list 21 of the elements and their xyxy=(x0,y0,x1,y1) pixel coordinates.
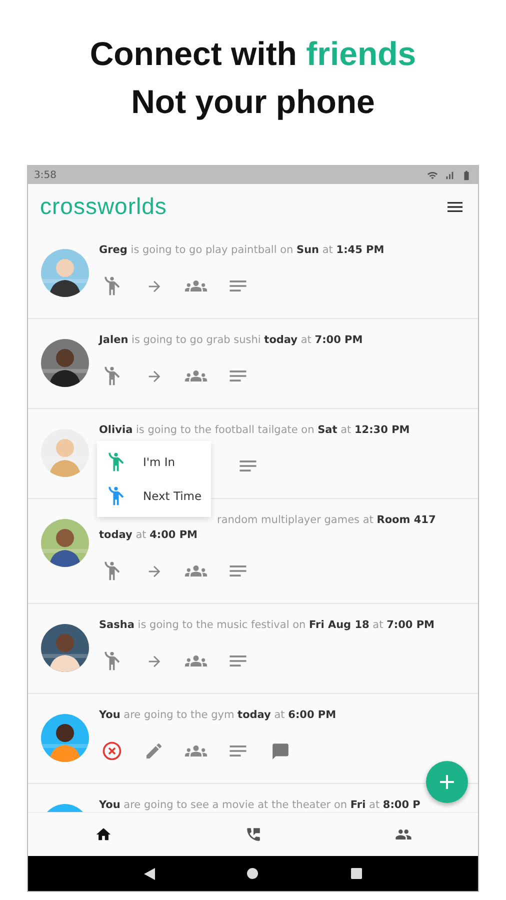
event-text: You are going to see a movie at the theater on Fri at 8:00 P xyxy=(99,798,422,812)
battery-icon xyxy=(461,170,472,180)
recents-square-icon[interactable] xyxy=(350,868,362,879)
event-text: Sasha is going to the music festival on Fri Aug 18 at 7:00 PM xyxy=(99,618,436,633)
menu-item-label: Next Time xyxy=(143,489,202,503)
signal-icon xyxy=(444,170,455,180)
headline: Connect with friends xyxy=(90,34,416,72)
menu-item[interactable]: I'm In xyxy=(97,445,211,479)
event-text: You are going to the gym today at 6:00 PM xyxy=(99,708,338,723)
headline: Not your phone xyxy=(131,82,375,120)
event-text: random multiplayer games at Room 417 today at 4:00 PM xyxy=(99,513,437,543)
home-circle-icon[interactable] xyxy=(247,868,258,879)
event-text: Olivia is going to the football tailgate on Sat at 12:30 PM xyxy=(99,423,411,438)
wifi-icon xyxy=(427,170,438,180)
status-time: 3:58 xyxy=(34,170,56,180)
event-text: Jalen is going to go grab sushi today at 7:00 PM xyxy=(99,333,364,348)
back-icon[interactable] xyxy=(144,868,156,880)
menu-item-label: I'm In xyxy=(143,455,176,469)
event-text: Greg is going to go play paintball on Sun at 1:45 PM xyxy=(99,243,386,258)
app-logo: crossworlds xyxy=(40,193,167,220)
menu-item[interactable]: Next Time xyxy=(97,479,211,513)
